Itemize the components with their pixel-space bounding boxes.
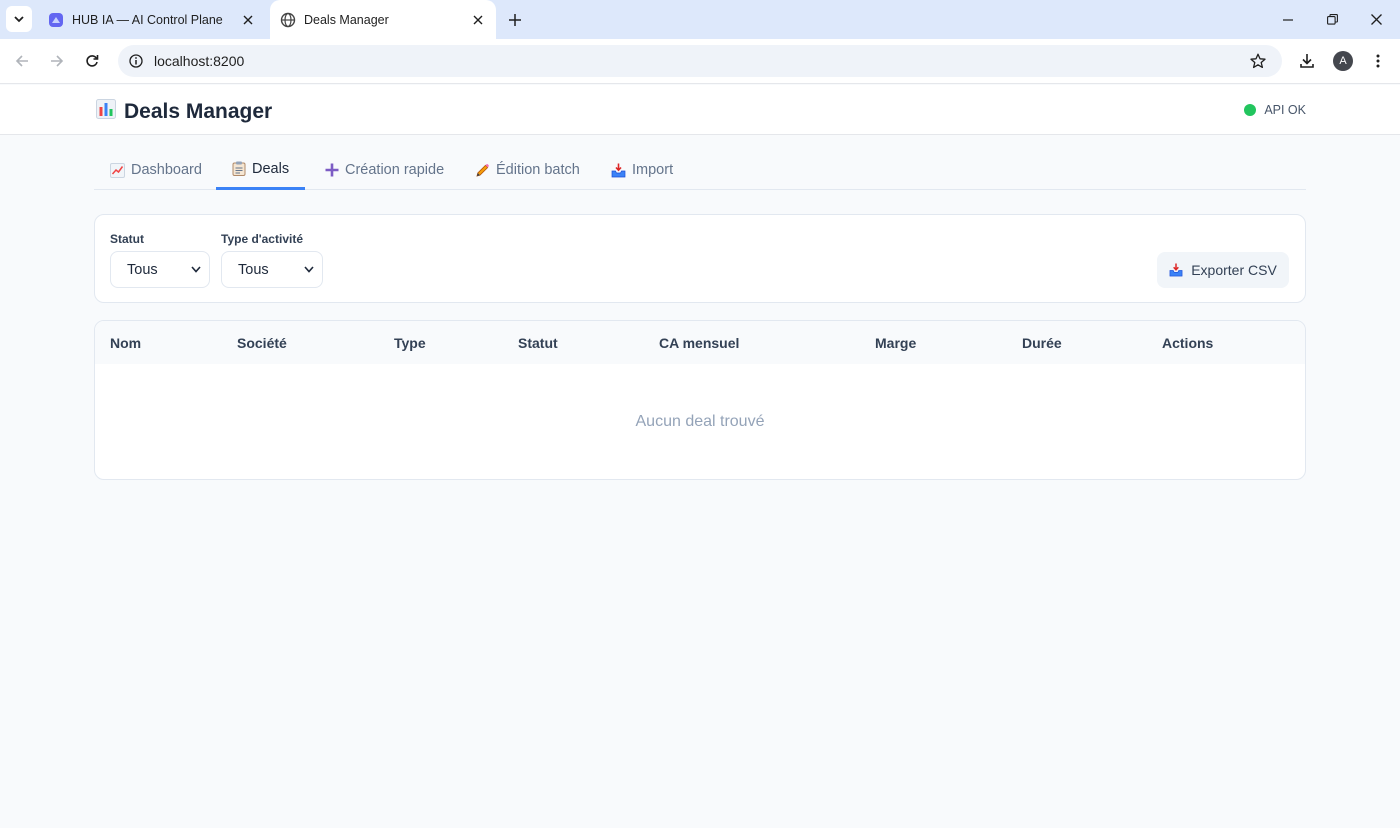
deals-table: Nom Société Type Statut CA mensuel Marge… [94, 320, 1306, 480]
tab-label: Édition batch [496, 162, 580, 178]
reload-button[interactable] [78, 47, 106, 75]
browser-tab-title: HUB IA — AI Control Plane [72, 12, 223, 27]
export-csv-button[interactable]: Exporter CSV [1157, 252, 1289, 288]
tab-label: Création rapide [345, 162, 445, 178]
site-info-icon[interactable] [124, 49, 148, 73]
column-header-societe[interactable]: Société [237, 335, 287, 351]
app-brand: Deals Manager [96, 99, 272, 124]
bar-chart-icon [96, 99, 116, 124]
url-text[interactable]: localhost:8200 [154, 53, 244, 69]
tab-deals[interactable]: Deals [216, 150, 306, 190]
empty-state-message: Aucun deal trouvé [635, 413, 765, 430]
chevron-down-icon [304, 266, 314, 273]
restore-button[interactable] [1310, 0, 1354, 39]
close-window-button[interactable] [1354, 0, 1398, 39]
inbox-tray-icon [611, 163, 626, 178]
minimize-button[interactable] [1266, 0, 1310, 39]
browser-tab-title: Deals Manager [304, 12, 389, 27]
column-header-ca-mensuel[interactable]: CA mensuel [659, 335, 739, 351]
clipboard-icon [232, 161, 246, 176]
column-header-nom[interactable]: Nom [110, 335, 141, 351]
minimize-icon [1283, 18, 1293, 21]
api-status-text: API OK [1264, 103, 1306, 117]
hub-logo-icon [48, 12, 64, 28]
close-icon[interactable] [468, 10, 488, 30]
bookmark-star-icon[interactable] [1246, 49, 1270, 73]
column-header-duree[interactable]: Durée [1022, 335, 1062, 351]
arrow-left-icon [15, 55, 28, 67]
inbox-tray-icon [1169, 263, 1183, 277]
page-title: Deals Manager [124, 99, 273, 123]
pencil-icon [475, 163, 490, 178]
downloads-button[interactable] [1293, 47, 1321, 75]
tab-label: Dashboard [131, 162, 202, 178]
activity-type-select[interactable]: Tous [221, 251, 323, 288]
status-select[interactable]: Tous [110, 251, 210, 288]
browser-tab-deals[interactable]: Deals Manager [270, 0, 496, 39]
chevron-down-icon [191, 266, 201, 273]
browser-tab-strip: HUB IA — AI Control Plane Deals Manager [0, 0, 1400, 39]
globe-icon [280, 12, 296, 28]
download-icon [1300, 54, 1314, 68]
activity-type-filter: Type d'activité Tous [221, 232, 323, 288]
status-dot-icon [1244, 104, 1257, 116]
plus-icon [325, 163, 339, 177]
browser-toolbar: localhost:8200 A [0, 39, 1400, 84]
chart-up-icon [110, 162, 125, 178]
forward-button[interactable] [43, 47, 71, 75]
profile-button[interactable]: A [1329, 47, 1357, 75]
column-header-actions: Actions [1162, 335, 1214, 351]
restore-icon [1326, 14, 1338, 25]
column-header-statut[interactable]: Statut [518, 335, 558, 351]
new-tab-button[interactable] [504, 9, 526, 31]
api-status: API OK [1244, 103, 1306, 117]
plus-icon [509, 14, 521, 26]
back-button[interactable] [8, 47, 36, 75]
app-header: Deals Manager API OK [0, 85, 1400, 135]
browser-menu-button[interactable] [1364, 47, 1392, 75]
status-filter-label: Statut [110, 232, 144, 246]
browser-tab-hub[interactable]: HUB IA — AI Control Plane [38, 0, 266, 39]
tab-creation-rapide[interactable]: Création rapide [309, 150, 460, 190]
tab-label: Import [632, 162, 674, 178]
tab-edition-batch[interactable]: Édition batch [459, 150, 596, 190]
arrow-right-icon [51, 55, 64, 67]
export-csv-label: Exporter CSV [1191, 262, 1277, 278]
filter-panel: Statut Tous Type d'activité Tous Exporte… [94, 214, 1306, 303]
tab-dashboard[interactable]: Dashboard [94, 150, 218, 190]
activity-type-select-value: Tous [238, 261, 269, 278]
reload-icon [86, 55, 99, 67]
close-icon[interactable] [238, 10, 258, 30]
column-header-marge[interactable]: Marge [875, 335, 916, 351]
more-vertical-icon [1376, 54, 1380, 68]
avatar: A [1333, 51, 1353, 71]
activity-type-filter-label: Type d'activité [221, 232, 303, 246]
tab-label: Deals [252, 160, 290, 177]
chevron-down-icon [14, 16, 24, 23]
address-bar[interactable]: localhost:8200 [118, 45, 1282, 77]
tab-import[interactable]: Import [595, 150, 689, 190]
status-filter: Statut Tous [110, 232, 210, 288]
close-icon [1370, 14, 1382, 25]
status-select-value: Tous [127, 261, 158, 278]
tab-search-button[interactable] [6, 6, 32, 32]
column-header-type[interactable]: Type [394, 335, 426, 351]
app-nav-tabs: Dashboard Deals Création rapide Édition … [94, 150, 1306, 190]
table-header: Nom Société Type Statut CA mensuel Marge… [95, 321, 1305, 364]
